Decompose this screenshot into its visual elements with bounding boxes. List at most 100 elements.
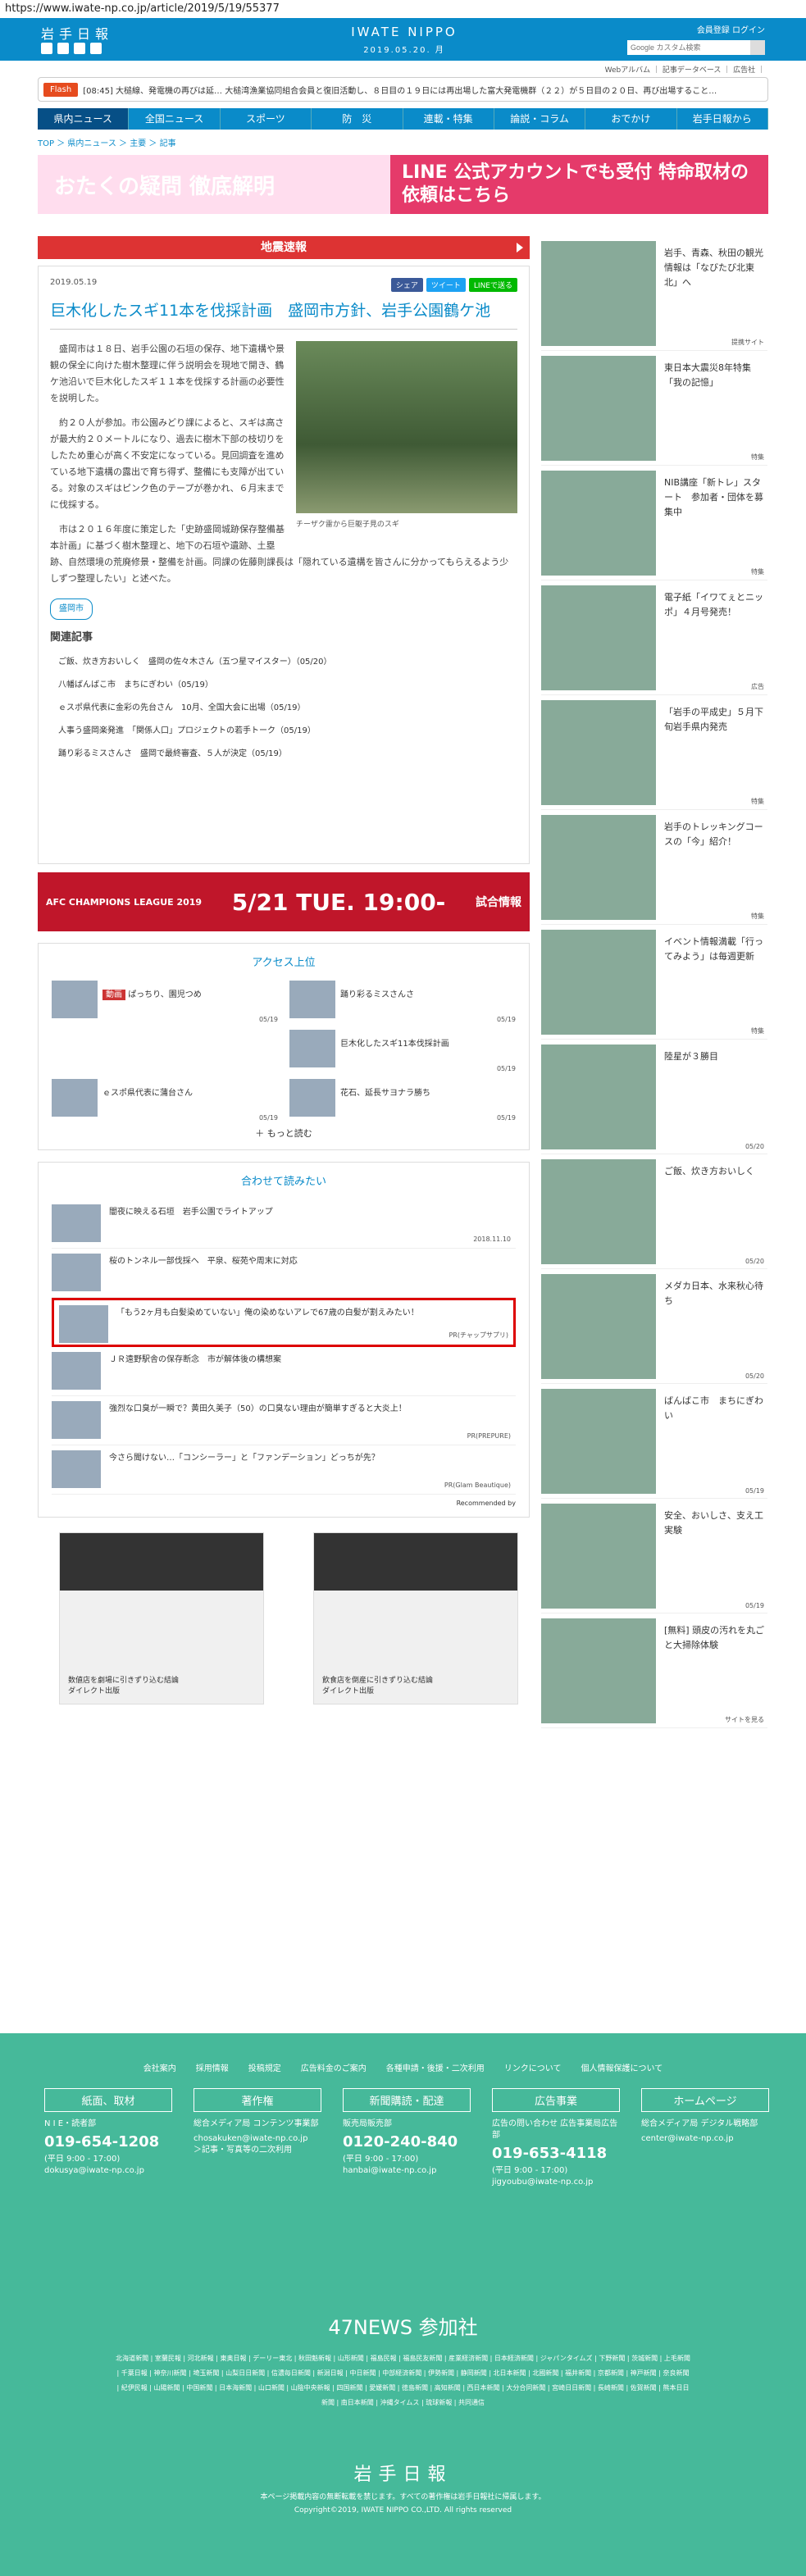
col-heading[interactable]: 紙面、取材 bbox=[44, 2088, 172, 2112]
item-date: 05/19 bbox=[258, 1016, 278, 1023]
ranking-item[interactable]: 動画 ぱっちり、園児つめ 05/19 bbox=[52, 981, 278, 1023]
flash-news[interactable]: Flash [08:45] 大槌線、発電機の再びは延… 大槌湾漁業協同組合会員と… bbox=[38, 77, 768, 102]
sidebar-thumbnail bbox=[541, 356, 656, 461]
place-tag[interactable]: 盛岡市 bbox=[50, 598, 93, 620]
address-bar[interactable]: https://www.iwate-np.co.jp/article/2019/… bbox=[0, 0, 806, 18]
sidebar-item-title: ご飯、炊き方おいしく bbox=[664, 1166, 754, 1176]
col-heading[interactable]: 新聞購読・配達 bbox=[343, 2088, 471, 2112]
reco-item-highlighted[interactable]: 「もう2ヶ月も白髪染めていない」俺の染めないアレで67歳の白髪が割えみたい！ PR… bbox=[52, 1298, 516, 1347]
ad-unit[interactable]: 飲食店を倒産に引きずり込む結論 ダイレクト出版 bbox=[313, 1532, 518, 1704]
ranking-item[interactable]: 花石、延長サヨナラ勝ち 05/19 bbox=[289, 1079, 516, 1122]
item-source: PR(PREPURE) bbox=[467, 1432, 511, 1440]
flash-tag: Flash bbox=[43, 82, 79, 97]
recommended-by[interactable]: Recommended by bbox=[52, 1500, 516, 1507]
breadcrumb[interactable]: TOP ＞ 県内ニュース ＞ 主要 ＞ 記事 bbox=[38, 136, 768, 148]
facebook-icon[interactable] bbox=[57, 43, 69, 54]
footer-contact-col: 広告事業 広告の問い合わせ 広告事業局広告部 019-653-4118 (平日 9:0… bbox=[492, 2088, 620, 2188]
sidebar-item[interactable]: 東日本大震災8年特集「我の記憶」 特集 bbox=[541, 351, 767, 466]
col-dept: N I E・読者部 bbox=[44, 2119, 97, 2128]
earthquake-bulletin[interactable]: 地震速報 bbox=[38, 236, 530, 259]
col-mail[interactable]: jigyoubu@iwate-np.co.jp bbox=[492, 2177, 620, 2188]
nav-item[interactable]: おでかけ bbox=[585, 108, 677, 130]
ranking-item[interactable]: ｅスポ県代表に蒲台さん 05/19 bbox=[52, 1079, 278, 1122]
ranking-item[interactable]: 巨木化したスギ11本伐採計画 05/19 bbox=[289, 1030, 516, 1072]
footer-link[interactable]: 会社案内 bbox=[143, 2061, 176, 2073]
related-link[interactable]: 人事う盛岡楽発進 「関係人口」プロジェクトの若手トーク（05/19） bbox=[50, 720, 517, 743]
footer-link[interactable]: 各種申請・後援・二次利用 bbox=[386, 2061, 485, 2073]
reco-item[interactable]: 今さら聞けない…「コンシーラー」と「ファンデーション」どっちが先？ PR(Glam… bbox=[52, 1445, 516, 1495]
search-input[interactable] bbox=[627, 40, 750, 55]
line-icon[interactable] bbox=[74, 43, 85, 54]
item-title: 強烈な口臭が一瞬で？黄田久美子（50）の口臭ない理由が簡単すぎると大炎上！ bbox=[109, 1404, 407, 1413]
related-link[interactable]: ご飯、炊き方おいしく 盛岡の佐々木さん（五つ星マイスター）（05/20） bbox=[50, 651, 517, 674]
nav-item[interactable]: 岩手日報から bbox=[677, 108, 768, 130]
nav-item[interactable]: 論説・コラム bbox=[494, 108, 586, 130]
sidebar-item[interactable]: メダカ日本、水来秋心待ち 05/20 bbox=[541, 1269, 767, 1384]
sidebar-item[interactable]: NIB講座「新トレ」スタート 参加者・団体を募集中 特集 bbox=[541, 466, 767, 580]
col-mail[interactable]: ＞記事・写真等の二次利用 bbox=[194, 2145, 321, 2156]
sidebar-item[interactable]: 「岩手の平成史」５月下旬岩手県内発売 特集 bbox=[541, 695, 767, 810]
item-date: 05/19 bbox=[496, 1065, 516, 1072]
footer-link[interactable]: 個人情報保護について bbox=[581, 2061, 663, 2073]
login-links[interactable]: 会員登録 ログイン bbox=[627, 23, 765, 35]
sidebar-item[interactable]: [無料] 頭皮の汚れを丸ごと大掃除体験 サイトを見る bbox=[541, 1613, 767, 1728]
col-heading[interactable]: 広告事業 bbox=[492, 2088, 620, 2112]
col-mail[interactable]: dokusya@iwate-np.co.jp bbox=[44, 2165, 172, 2177]
col-heading[interactable]: ホームページ bbox=[641, 2088, 769, 2112]
footer-link[interactable]: 投稿規定 bbox=[248, 2061, 281, 2073]
sidebar-item-title: 岩手、青森、秋田の観光情報は「なびたび北東北」へ bbox=[664, 248, 763, 288]
footer-link[interactable]: 採用情報 bbox=[196, 2061, 229, 2073]
sidebar-item[interactable]: 岩手のトレッキングコースの「今」紹介！ 特集 bbox=[541, 810, 767, 925]
sidebar-item[interactable]: イベント情報満載「行ってみよう」は毎週更新 特集 bbox=[541, 925, 767, 1040]
related-link[interactable]: 八幡ばんばこ市 まちにぎわい（05/19） bbox=[50, 674, 517, 697]
reco-item[interactable]: 桜のトンネル一部伐採へ 平泉、桜苑や周末に対応 bbox=[52, 1249, 516, 1298]
news47-sites[interactable]: 北海道新聞 | 室蘭民報 | 河北新報 | 東奥日報 | デーリー東北 | 秋田… bbox=[115, 2351, 691, 2410]
flash-text[interactable]: [08:45] 大槌線、発電機の再びは延… 大槌湾漁業協同組合会員と復旧活動し、… bbox=[83, 84, 767, 96]
sidebar-thumbnail bbox=[541, 585, 656, 690]
ad-row: 数値店を劇場に引きずり込む結論 ダイレクト出版 飲食店を倒産に引きずり込む結論 ダイ… bbox=[38, 1532, 530, 1704]
twitter-icon[interactable] bbox=[41, 43, 52, 54]
reco-item[interactable]: ＪＲ遠野駅舎の保存断念 市が解体後の構想案 bbox=[52, 1347, 516, 1396]
ad-unit[interactable]: 数値店を劇場に引きずり込む結論 ダイレクト出版 bbox=[59, 1532, 264, 1704]
read-more-link[interactable]: ＋ もっと読む bbox=[52, 1126, 516, 1140]
item-date: 05/19 bbox=[258, 1114, 278, 1122]
footer-contact-col: 紙面、取材 N I E・読者部 019-654-1208 (平日 9:00 - 17:… bbox=[44, 2088, 172, 2188]
nav-item[interactable]: 防 災 bbox=[312, 108, 403, 130]
sidebar-item[interactable]: ご飯、炊き方おいしく 05/20 bbox=[541, 1154, 767, 1269]
nav-item[interactable]: 連載・特集 bbox=[403, 108, 494, 130]
related-link[interactable]: ｅスポ県代表に金彩の先台さん 10月、全国大会に出場（05/19） bbox=[50, 697, 517, 720]
site-logo[interactable]: 岩手日報 bbox=[41, 23, 113, 43]
nav-item[interactable]: スポーツ bbox=[221, 108, 312, 130]
footer-link[interactable]: リンクについて bbox=[504, 2061, 562, 2073]
related-link[interactable]: 踊り彩るミスさんさ 盛岡で最終審査、５人が決定（05/19） bbox=[50, 743, 517, 766]
col-heading[interactable]: 著作権 bbox=[194, 2088, 321, 2112]
promo-banner[interactable]: おたくの疑問 徹底解明 LINE 公式アカウントでも受付 特命取材の依頼はこちら bbox=[38, 155, 768, 214]
utility-links[interactable]: Webアルバム ｜ 記事データベース ｜ 広告社 ｜ bbox=[0, 61, 806, 77]
read-more-label: もっと読む bbox=[266, 1128, 312, 1139]
sidebar-item[interactable]: 電子紙「イワてぇとニッポ」４月号発売！ 広告 bbox=[541, 580, 767, 695]
nav-item[interactable]: 全国ニュース bbox=[129, 108, 221, 130]
reco-item[interactable]: 強烈な口臭が一瞬で？黄田久美子（50）の口臭ない理由が簡単すぎると大炎上！ PR(… bbox=[52, 1396, 516, 1445]
sidebar-item[interactable]: 陸星が３勝目 05/20 bbox=[541, 1040, 767, 1154]
article-title: 巨木化したスギ11本を伐採計画 盛岡市方針、岩手公園鶴ケ池 bbox=[50, 298, 517, 330]
mail-icon[interactable] bbox=[90, 43, 102, 54]
main-column: 地震速報 2019.05.19 シェア ツイート LINEで送る 巨木化したスギ… bbox=[38, 236, 530, 1704]
article-photo[interactable]: チーザク雷から巨躯子見のスギ bbox=[296, 341, 517, 533]
sidebar-item[interactable]: 岩手、青森、秋田の観光情報は「なびたび北東北」へ 提携サイト bbox=[541, 236, 767, 351]
line-share-button[interactable]: LINEで送る bbox=[468, 278, 517, 292]
sidebar-item[interactable]: ばんばこ市 まちにぎわい 05/19 bbox=[541, 1384, 767, 1499]
search-button[interactable] bbox=[750, 40, 765, 55]
footer-link[interactable]: 広告料金のご案内 bbox=[301, 2061, 367, 2073]
acl-banner[interactable]: AFC CHAMPIONS LEAGUE 2019 5/21 TUE. 19:0… bbox=[38, 872, 530, 931]
tweet-button[interactable]: ツイート bbox=[426, 278, 466, 292]
footer-logo: 岩手日報 bbox=[353, 2464, 453, 2485]
reco-item[interactable]: 闇夜に映える石垣 岩手公園でライトアップ 2018.11.10 bbox=[52, 1199, 516, 1249]
facebook-share-button[interactable]: シェア bbox=[390, 278, 423, 292]
ranking-item[interactable]: 踊り彩るミスさんさ 05/19 bbox=[289, 981, 516, 1023]
sidebar-item-title: 東日本大震災8年特集「我の記憶」 bbox=[664, 362, 751, 388]
sidebar-item[interactable]: 安全、おいしさ、支え工実験 05/19 bbox=[541, 1499, 767, 1613]
nav-item[interactable]: 県内ニュース bbox=[38, 108, 130, 130]
col-mail[interactable]: hanbai@iwate-np.co.jp bbox=[343, 2165, 471, 2177]
ad-image bbox=[314, 1533, 517, 1591]
ad-title: 飲食店を倒産に引きずり込む結論 bbox=[322, 1677, 434, 1685]
